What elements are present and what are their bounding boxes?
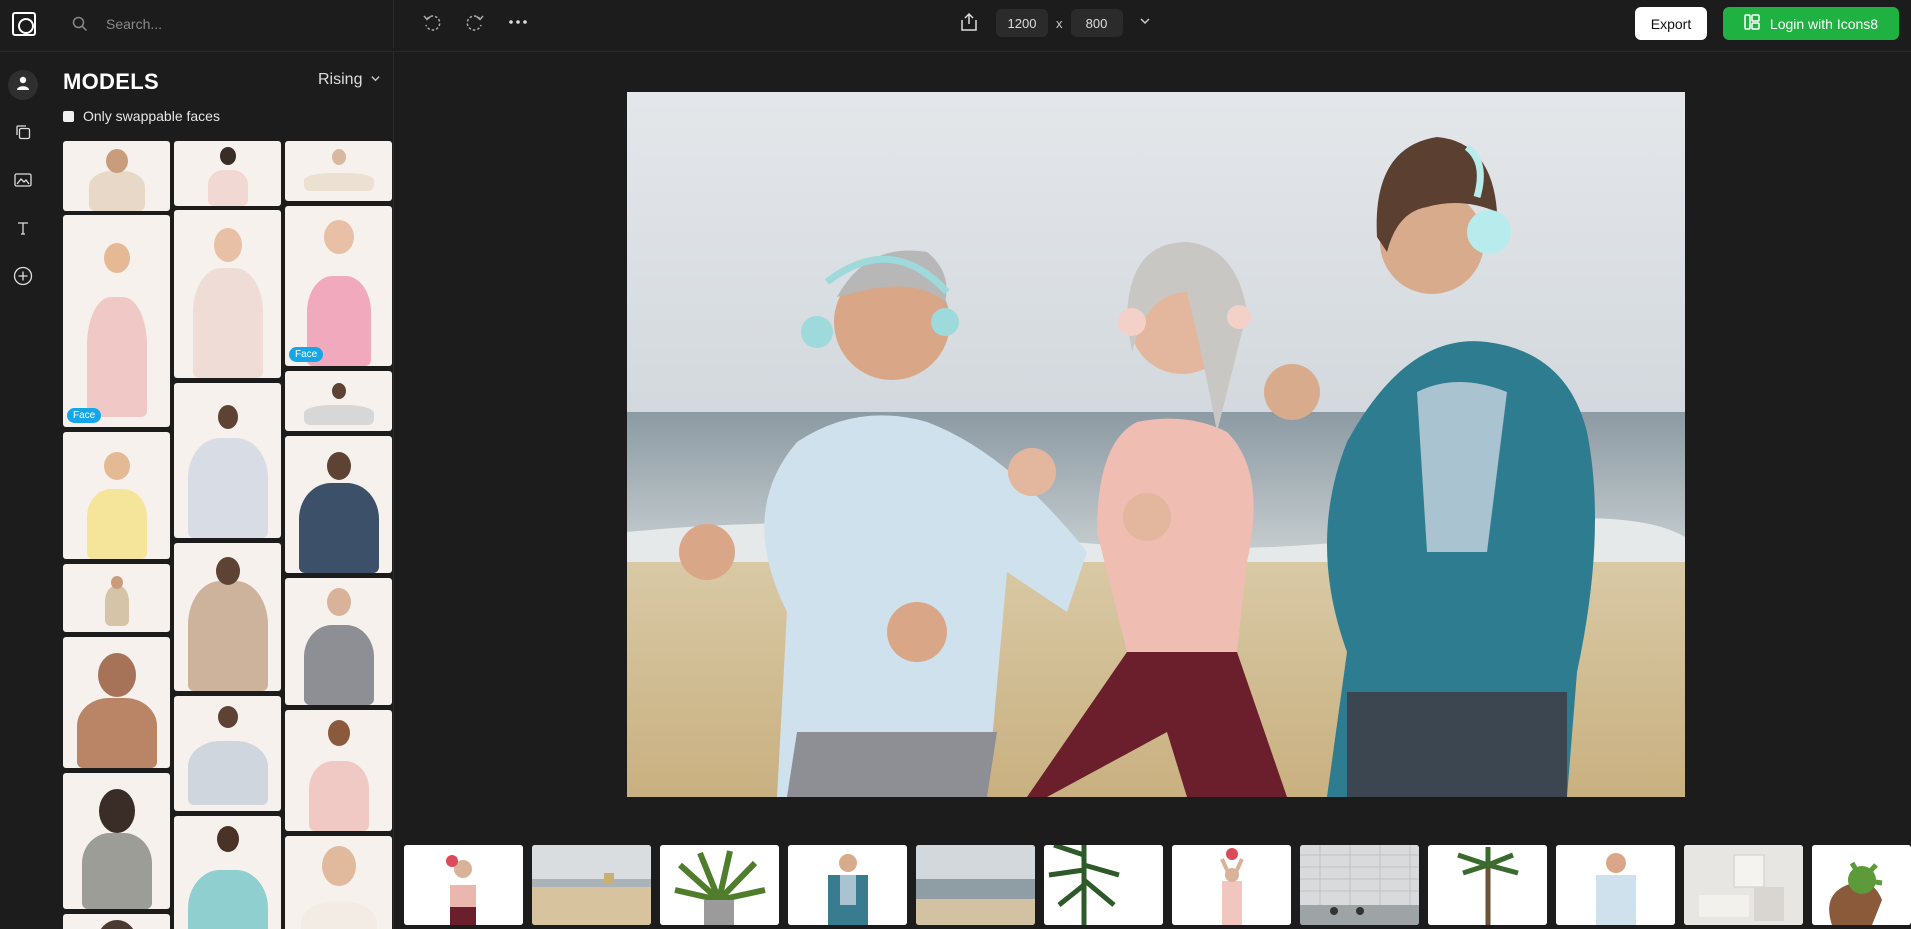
login-label: Login with Icons8 — [1769, 15, 1879, 32]
search-input[interactable] — [106, 16, 356, 32]
share-button[interactable] — [955, 10, 983, 38]
asset-strip — [404, 845, 1911, 925]
asset-thumbnail[interactable] — [1556, 845, 1675, 925]
more-button[interactable] — [504, 10, 532, 38]
login-button[interactable]: Login with Icons8 — [1723, 7, 1899, 40]
rail-item-text[interactable] — [8, 215, 38, 245]
model-thumbnail[interactable]: Face — [285, 206, 392, 366]
asset-thumbnail[interactable] — [916, 845, 1035, 925]
rail-item-add[interactable] — [8, 263, 38, 293]
more-icon — [507, 11, 529, 38]
model-thumbnail[interactable]: Face — [63, 215, 170, 427]
sort-label: Rising — [318, 71, 363, 88]
chevron-down-icon[interactable] — [1139, 14, 1151, 32]
model-thumbnail[interactable] — [285, 436, 392, 573]
redo-button[interactable] — [461, 10, 489, 38]
rail-item-layers[interactable] — [8, 119, 38, 149]
search-bar — [56, 0, 394, 48]
image-icon — [14, 172, 32, 193]
width-input[interactable]: 1200 — [996, 9, 1048, 37]
model-thumbnail[interactable] — [174, 816, 281, 929]
model-thumbnail[interactable] — [174, 543, 281, 691]
face-badge: Face — [289, 347, 324, 362]
asset-thumbnail[interactable] — [1812, 845, 1911, 925]
model-thumbnail[interactable] — [174, 210, 281, 378]
model-thumbnail[interactable] — [63, 914, 170, 929]
undo-button[interactable] — [418, 10, 446, 38]
size-separator: x — [1056, 15, 1063, 31]
model-thumbnail[interactable] — [285, 141, 392, 201]
model-grid: Face Face — [63, 141, 393, 929]
rail-item-backgrounds[interactable] — [8, 167, 38, 197]
model-thumbnail[interactable] — [63, 564, 170, 632]
model-thumbnail[interactable] — [63, 141, 170, 211]
asset-thumbnail[interactable] — [404, 845, 523, 925]
user-icon — [15, 75, 31, 96]
design-canvas[interactable] — [627, 92, 1685, 797]
export-button[interactable]: Export — [1635, 7, 1707, 40]
copy-icon — [15, 124, 31, 145]
asset-thumbnail[interactable] — [1172, 845, 1291, 925]
model-thumbnail[interactable] — [285, 371, 392, 431]
undo-icon — [421, 11, 443, 38]
models-panel: MODELS Rising Only swappable faces Face — [46, 52, 394, 929]
asset-thumbnail[interactable] — [532, 845, 651, 925]
rail-item-models[interactable] — [8, 70, 38, 100]
plus-circle-icon — [13, 266, 33, 291]
asset-thumbnail[interactable] — [1428, 845, 1547, 925]
search-icon — [66, 10, 94, 38]
asset-thumbnail[interactable] — [1684, 845, 1803, 925]
swappable-label: Only swappable faces — [83, 108, 220, 124]
asset-thumbnail[interactable] — [1044, 845, 1163, 925]
app-logo[interactable] — [12, 12, 36, 36]
sort-dropdown[interactable]: Rising — [318, 71, 381, 89]
asset-thumbnail[interactable] — [660, 845, 779, 925]
model-thumbnail[interactable] — [174, 383, 281, 538]
swappable-checkbox[interactable] — [63, 110, 74, 122]
share-icon — [958, 11, 980, 38]
canvas-size: 1200 x 800 — [996, 9, 1151, 37]
model-thumbnail[interactable] — [63, 432, 170, 559]
top-bar: 1200 x 800 Export Login with Icons8 — [0, 0, 1911, 52]
left-rail — [0, 52, 46, 929]
chevron-down-icon — [370, 71, 381, 89]
model-thumbnail[interactable] — [285, 710, 392, 831]
face-badge: Face — [67, 408, 102, 423]
model-thumbnail[interactable] — [174, 696, 281, 811]
icons8-logo-icon — [1744, 14, 1760, 33]
height-input[interactable]: 800 — [1070, 9, 1123, 37]
asset-thumbnail[interactable] — [1300, 845, 1419, 925]
model-thumbnail[interactable] — [285, 578, 392, 705]
redo-icon — [464, 11, 486, 38]
canvas-scene — [627, 92, 1685, 797]
text-icon — [15, 220, 31, 241]
swappable-filter[interactable]: Only swappable faces — [63, 108, 220, 124]
model-thumbnail[interactable] — [285, 836, 392, 929]
asset-thumbnail[interactable] — [788, 845, 907, 925]
model-thumbnail[interactable] — [174, 141, 281, 206]
panel-title: MODELS — [63, 69, 159, 94]
model-thumbnail[interactable] — [63, 773, 170, 909]
model-thumbnail[interactable] — [63, 637, 170, 768]
